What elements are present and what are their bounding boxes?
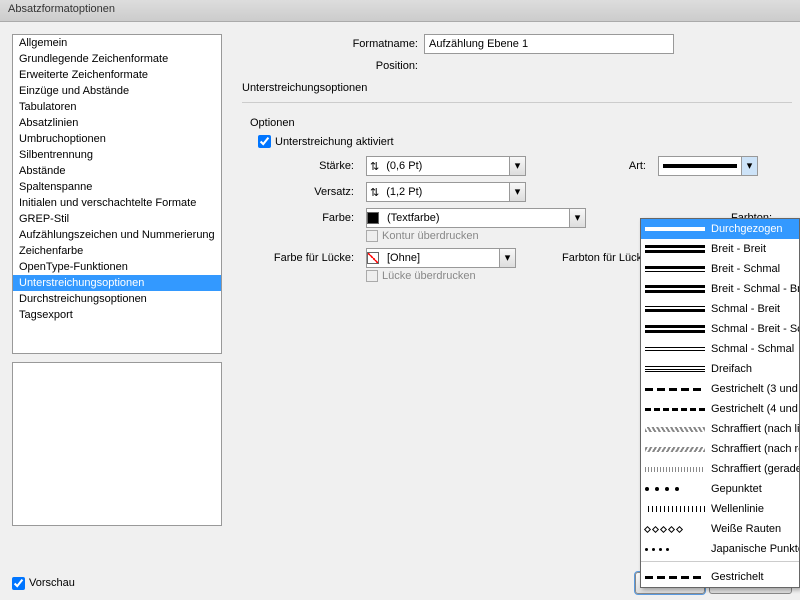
chevron-down-icon: ▾ — [499, 249, 515, 267]
position-label: Position: — [242, 60, 424, 72]
gap-color-combo[interactable]: [Ohne] ▾ — [366, 248, 516, 268]
sidebar-item[interactable]: Einzüge und Abstände — [13, 83, 221, 99]
sidebar-item[interactable]: OpenType-Funktionen — [13, 259, 221, 275]
sidebar-item[interactable]: Zeichenfarbe — [13, 243, 221, 259]
stroke-type-option[interactable]: Schraffiert (nach links geneigt) — [641, 419, 799, 439]
stroke-type-option[interactable]: Japanische Punkte — [641, 539, 799, 559]
sidebar-item[interactable]: Grundlegende Zeichenformate — [13, 51, 221, 67]
sidebar-item[interactable]: Spaltenspanne — [13, 179, 221, 195]
offset-combo[interactable]: ⇅ (1,2 Pt) ▾ — [366, 182, 526, 202]
preview-box — [12, 362, 222, 526]
link-icon: ⇅ — [367, 160, 382, 173]
stroke-type-option[interactable]: Schraffiert (nach rechts geneigt) — [641, 439, 799, 459]
preview-checkbox[interactable]: Vorschau — [12, 577, 75, 590]
sidebar-item[interactable]: Absatzlinien — [13, 115, 221, 131]
sidebar-item[interactable]: Umbruchoptionen — [13, 131, 221, 147]
type-combo[interactable]: ▾ — [658, 156, 758, 176]
enable-underline-checkbox[interactable]: Unterstreichung aktiviert — [258, 135, 792, 148]
stroke-type-option[interactable]: Gepunktet — [641, 479, 799, 499]
stroke-type-option[interactable]: Gestrichelt (3 und 2) — [641, 379, 799, 399]
sidebar-item[interactable]: Initialen und verschachtelte Formate — [13, 195, 221, 211]
color-swatch — [367, 212, 379, 224]
weight-label: Stärke: — [250, 160, 360, 172]
gap-color-label: Farbe für Lücke: — [250, 252, 360, 264]
sidebar-item[interactable]: Allgemein — [13, 35, 221, 51]
stroke-type-option[interactable]: Schmal - Breit - Schmal — [641, 319, 799, 339]
sidebar-item[interactable]: Silbentrennung — [13, 147, 221, 163]
stroke-type-option[interactable]: Breit - Schmal - Breit — [641, 279, 799, 299]
stroke-type-option[interactable]: Dreifach — [641, 359, 799, 379]
sidebar-item[interactable]: Tagsexport — [13, 307, 221, 323]
sidebar-item[interactable]: Abstände — [13, 163, 221, 179]
link-icon: ⇅ — [367, 186, 382, 199]
stroke-type-dropdown[interactable]: DurchgezogenBreit - BreitBreit - SchmalB… — [640, 218, 800, 588]
stroke-type-option[interactable]: Gestrichelt — [641, 567, 799, 587]
chevron-down-icon: ▾ — [569, 209, 585, 227]
section-title: Unterstreichungsoptionen — [242, 82, 792, 94]
options-label: Optionen — [250, 117, 792, 129]
none-swatch — [367, 252, 379, 264]
window-title: Absatzformatoptionen — [8, 3, 115, 15]
stroke-type-option[interactable]: Breit - Schmal — [641, 259, 799, 279]
offset-label: Versatz: — [250, 186, 360, 198]
stroke-type-option[interactable]: Wellenlinie — [641, 499, 799, 519]
window-titlebar: Absatzformatoptionen — [0, 0, 800, 22]
sidebar-item[interactable]: Unterstreichungsoptionen — [13, 275, 221, 291]
formatname-input[interactable] — [424, 34, 674, 54]
stroke-type-option[interactable]: Schmal - Schmal — [641, 339, 799, 359]
sidebar-item[interactable]: GREP-Stil — [13, 211, 221, 227]
sidebar-item[interactable]: Tabulatoren — [13, 99, 221, 115]
chevron-down-icon: ▾ — [741, 157, 757, 175]
type-label: Art: — [532, 160, 652, 172]
color-combo[interactable]: (Textfarbe) ▾ — [366, 208, 586, 228]
sidebar-item[interactable]: Durchstreichungsoptionen — [13, 291, 221, 307]
sidebar-item[interactable]: Erweiterte Zeichenformate — [13, 67, 221, 83]
weight-combo[interactable]: ⇅ (0,6 Pt) ▾ — [366, 156, 526, 176]
category-sidebar[interactable]: AllgemeinGrundlegende ZeichenformateErwe… — [12, 34, 222, 354]
dialog-content: AllgemeinGrundlegende ZeichenformateErwe… — [0, 22, 800, 600]
formatname-label: Formatname: — [242, 38, 424, 50]
stroke-type-option[interactable]: Schmal - Breit — [641, 299, 799, 319]
stroke-type-option[interactable]: Breit - Breit — [641, 239, 799, 259]
sidebar-item[interactable]: Aufzählungszeichen und Nummerierung — [13, 227, 221, 243]
stroke-type-option[interactable]: Weiße Rauten — [641, 519, 799, 539]
chevron-down-icon: ▾ — [509, 183, 525, 201]
stroke-type-option[interactable]: Gestrichelt (4 und 4) — [641, 399, 799, 419]
stroke-type-option[interactable]: Schraffiert (gerade) — [641, 459, 799, 479]
chevron-down-icon: ▾ — [509, 157, 525, 175]
stroke-type-option[interactable]: Durchgezogen — [641, 219, 799, 239]
color-label: Farbe: — [250, 212, 360, 224]
